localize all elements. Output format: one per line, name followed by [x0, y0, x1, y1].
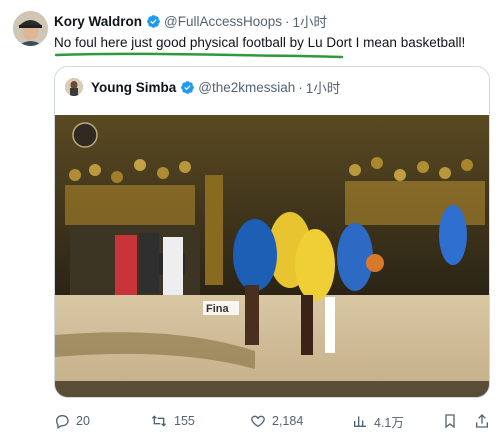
verified-badge-icon [146, 14, 161, 29]
author-handle[interactable]: @FullAccessHoops [164, 14, 282, 29]
quoted-video-media[interactable]: Fina [55, 115, 489, 397]
tweet-body-text: No foul here just good physical football… [54, 35, 466, 50]
bookmark-icon [445, 414, 455, 429]
author-avatar[interactable] [13, 11, 48, 46]
view-count: 4.1万 [374, 415, 404, 430]
tweet-header: Kory Waldron @FullAccessHoops · 1小时 [54, 11, 328, 31]
bookmark-button[interactable] [442, 410, 464, 432]
reply-button[interactable]: 20 [54, 410, 90, 432]
like-count: 2,184 [272, 414, 304, 428]
share-button[interactable] [474, 410, 496, 432]
retweet-icon [151, 415, 167, 427]
retweet-count: 155 [174, 414, 195, 428]
share-icon [476, 414, 488, 428]
quoted-tweet-header: Young Simba @the2kmessiah · 1小时 [65, 77, 340, 97]
reply-count: 20 [76, 414, 90, 428]
tweet-timestamp[interactable]: 1小时 [293, 11, 328, 31]
tweet-card[interactable]: Kory Waldron @FullAccessHoops · 1小时 No f… [0, 0, 500, 440]
heart-icon [251, 415, 265, 428]
quoted-author-handle[interactable]: @the2kmessiah [198, 80, 295, 95]
views-button[interactable]: 4.1万 [352, 410, 404, 432]
quoted-author-name[interactable]: Young Simba [91, 80, 176, 95]
quoted-tweet-card[interactable]: Young Simba @the2kmessiah · 1小时 Fina [54, 66, 490, 398]
verified-badge-icon [180, 80, 195, 95]
media-watermark-text: Fina [206, 303, 229, 315]
quoted-tweet-timestamp[interactable]: 1小时 [306, 77, 341, 97]
hand-drawn-underline [54, 52, 344, 59]
retweet-button[interactable]: 155 [150, 410, 195, 432]
author-name[interactable]: Kory Waldron [54, 14, 142, 29]
tweet-action-bar: 20 155 2,184 4.1万 [54, 410, 490, 432]
views-chart-icon [354, 416, 366, 427]
reply-icon [55, 415, 69, 429]
separator-dot: · [298, 79, 303, 95]
quoted-author-avatar[interactable] [65, 78, 83, 96]
like-button[interactable]: 2,184 [250, 410, 303, 432]
separator-dot: · [285, 13, 290, 29]
